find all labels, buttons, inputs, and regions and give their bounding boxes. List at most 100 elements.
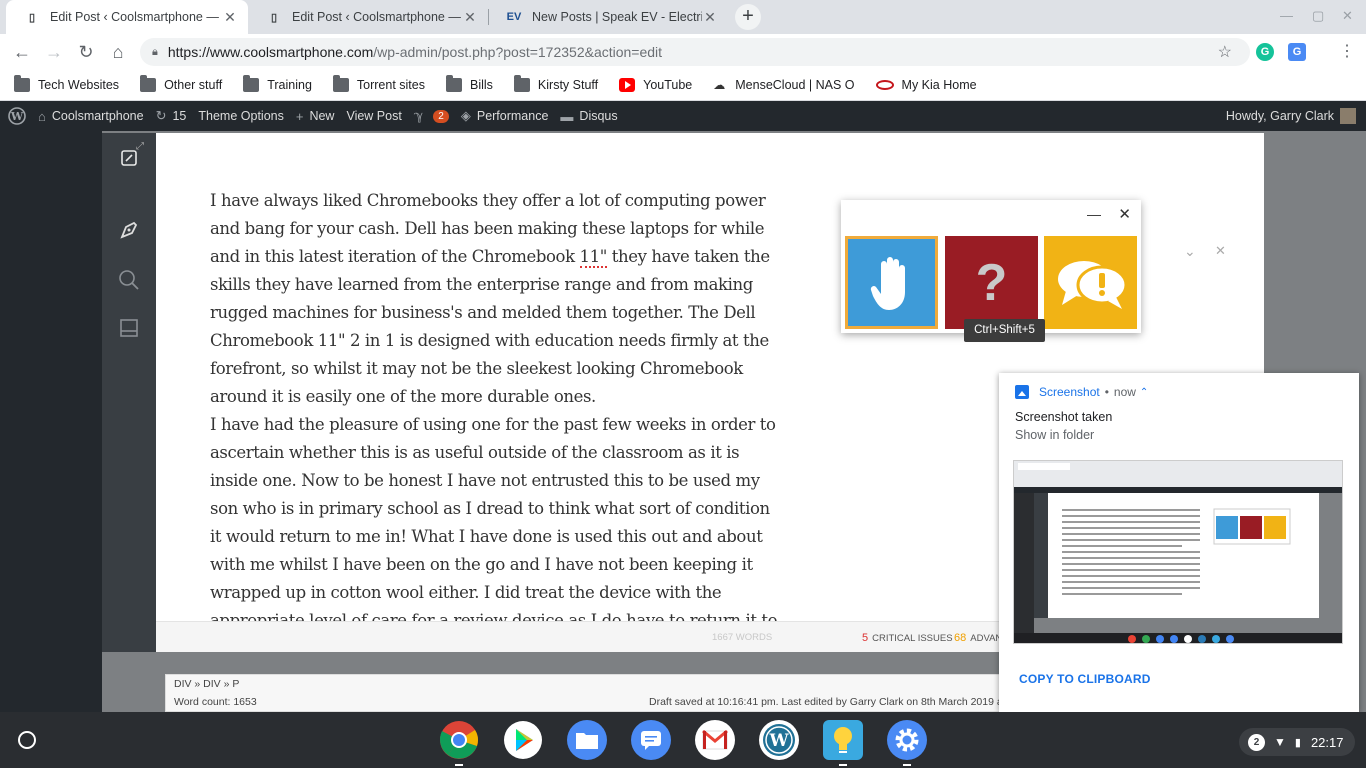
bookmark-my-kia-home[interactable]: My Kia Home — [875, 78, 977, 92]
chrome-app-icon[interactable] — [439, 720, 479, 766]
tab-edit-post-1[interactable]: ▯ Edit Post ‹ Coolsmartphone — W ✕ — [6, 0, 248, 34]
launcher-button[interactable] — [18, 731, 36, 749]
wp-admin-bar: W ⌂ Coolsmartphone ↻ 15 Theme Options + New… — [0, 101, 1366, 131]
forward-arrow-icon[interactable]: → — [42, 40, 66, 64]
bookmarks-bar: Tech Websites Other stuff Training Torre… — [0, 70, 1366, 101]
chat-alert-icon — [1057, 260, 1127, 309]
minimize-icon[interactable]: — — [1087, 206, 1101, 222]
play-store-app-icon[interactable] — [503, 720, 543, 760]
bookmark-star-icon[interactable]: ☆ — [1218, 42, 1232, 62]
bookmark-bills[interactable]: Bills — [446, 75, 493, 92]
question-mark-icon: ? — [975, 253, 1008, 312]
separator-dot: • — [1104, 385, 1109, 399]
running-indicator — [903, 764, 911, 766]
bookmark-youtube[interactable]: YouTube — [619, 78, 692, 92]
critical-issues[interactable]: 5 CRITICAL ISSUES — [862, 632, 953, 644]
bookmark-mansecloud[interactable]: ☁︎ MenseCloud | NAS O — [713, 78, 854, 92]
theme-options-label: Theme Options — [198, 109, 284, 123]
wp-account[interactable]: Howdy, Garry Clark — [1226, 101, 1356, 131]
wordpress-phone-favicon-icon: ▯ — [270, 11, 278, 24]
pen-nib-icon[interactable] — [118, 219, 140, 241]
screenshot-thumbnail[interactable] — [1013, 460, 1343, 644]
bookmark-label: Training — [267, 78, 312, 92]
grammarly-extension-icon[interactable]: G — [1256, 43, 1274, 61]
messages-app-icon[interactable] — [631, 720, 671, 760]
site-name-label: Coolsmartphone — [51, 109, 144, 123]
advanced-issues[interactable]: 68 ADVAN — [954, 632, 1002, 644]
battery-icon: ▮ — [1294, 736, 1301, 749]
wp-updates[interactable]: ↻ 15 — [156, 108, 187, 124]
close-window-icon[interactable]: ✕ — [1342, 8, 1353, 24]
wp-disqus[interactable]: ▬ Disqus — [560, 109, 617, 124]
spellcheck-flagged-word: 11" — [579, 247, 607, 268]
wp-yoast[interactable]: ℽ2 — [414, 108, 449, 124]
notification-time: now — [1113, 385, 1136, 399]
disqus-label: Disqus — [579, 109, 618, 123]
copy-to-clipboard-button[interactable]: COPY TO CLIPBOARD — [1019, 672, 1151, 686]
wordpress-app-icon[interactable]: W — [759, 720, 799, 760]
bookmark-tech-websites[interactable]: Tech Websites — [14, 75, 119, 92]
ev-favicon-icon: EV — [506, 11, 522, 23]
raise-hand-tile[interactable] — [845, 236, 938, 329]
screenshot-notification[interactable]: Screenshot • now ⌃ Screenshot taken Show… — [999, 373, 1359, 712]
notification-count-badge: 2 — [1248, 733, 1265, 751]
home-icon[interactable]: ⌂ — [106, 40, 130, 64]
search-icon[interactable] — [118, 269, 140, 291]
paragraph-1: I have always liked Chromebooks they off… — [210, 187, 780, 411]
gmail-app-icon[interactable] — [695, 720, 735, 760]
chrome-menu-icon[interactable]: ⋮ — [1335, 40, 1359, 64]
google-translate-extension-icon[interactable]: G — [1288, 43, 1306, 61]
wp-new[interactable]: + New — [296, 109, 335, 124]
minimize-window-icon[interactable]: — — [1280, 8, 1293, 23]
notification-message[interactable]: Show in folder — [1015, 428, 1094, 442]
wp-view-post[interactable]: View Post — [346, 109, 401, 123]
files-app-icon[interactable] — [567, 720, 607, 760]
bookmark-other-stuff[interactable]: Other stuff — [140, 75, 223, 92]
status-tray[interactable]: 2 ▼ ▮ 22:17 — [1239, 728, 1355, 756]
help-tile[interactable]: ? — [945, 236, 1038, 329]
close-icon[interactable]: ✕ — [1118, 205, 1131, 223]
tab-edit-post-2[interactable]: ▯ Edit Post ‹ Coolsmartphone — W ✕ — [248, 0, 488, 34]
editor-side-rail: ⤢ — [102, 133, 156, 652]
wp-site-name[interactable]: ⌂ Coolsmartphone — [38, 109, 144, 124]
bookmark-training[interactable]: Training — [243, 75, 312, 92]
browser-toolbar: ← → ↻ ⌂ 🔒︎ https://www.coolsmartphone.co… — [0, 34, 1366, 70]
post-content[interactable]: I have always liked Chromebooks they off… — [210, 187, 780, 621]
kia-logo-icon — [875, 80, 894, 90]
keep-idea-app-icon[interactable] — [823, 720, 863, 766]
plus-icon: + — [295, 108, 304, 124]
notification-header: Screenshot • now ⌃ — [1015, 385, 1148, 399]
critical-label: CRITICAL ISSUES — [872, 633, 953, 644]
tab-title: New Posts | Speak EV - Electric C — [532, 10, 702, 24]
folder-icon — [332, 75, 349, 92]
close-icon[interactable]: ✕ — [1215, 243, 1226, 259]
reload-icon[interactable]: ↻ — [74, 40, 98, 64]
performance-label: Performance — [476, 109, 549, 123]
wordpress-logo-icon[interactable]: W — [8, 107, 26, 125]
wp-performance[interactable]: ◈ Performance — [461, 108, 549, 124]
paragraph-1-rest: they have taken the skills they have lea… — [210, 247, 770, 406]
wp-theme-options[interactable]: Theme Options — [198, 109, 283, 123]
tab-speak-ev[interactable]: EV New Posts | Speak EV - Electric C ✕ — [488, 0, 728, 34]
disqus-icon: ▬ — [560, 108, 574, 124]
book-icon[interactable] — [118, 317, 140, 339]
address-bar[interactable]: 🔒︎ https://www.coolsmartphone.com/wp-adm… — [140, 38, 1250, 66]
bookmark-torrent-sites[interactable]: Torrent sites — [332, 75, 425, 92]
running-indicator — [839, 764, 847, 766]
close-tab-icon[interactable]: ✕ — [462, 9, 478, 26]
settings-app-icon[interactable] — [887, 720, 927, 766]
close-tab-icon[interactable]: ✕ — [222, 9, 238, 26]
maximize-window-icon[interactable]: ▢ — [1312, 8, 1324, 24]
home-icon: ⌂ — [38, 108, 46, 124]
chevron-up-icon[interactable]: ⌃ — [1140, 387, 1148, 398]
back-arrow-icon[interactable]: ← — [10, 40, 34, 64]
bookmark-label: Other stuff — [164, 78, 223, 92]
feedback-tile[interactable] — [1044, 236, 1137, 329]
folder-icon — [14, 75, 30, 92]
bookmark-kirsty-stuff[interactable]: Kirsty Stuff — [513, 75, 598, 92]
chevron-down-icon[interactable]: ⌄ — [1184, 243, 1196, 260]
expand-arrows-icon[interactable]: ⤢ — [136, 141, 144, 152]
screenshot-preview-image — [1014, 461, 1342, 643]
close-tab-icon[interactable]: ✕ — [702, 9, 718, 26]
new-tab-button[interactable]: + — [735, 4, 761, 30]
